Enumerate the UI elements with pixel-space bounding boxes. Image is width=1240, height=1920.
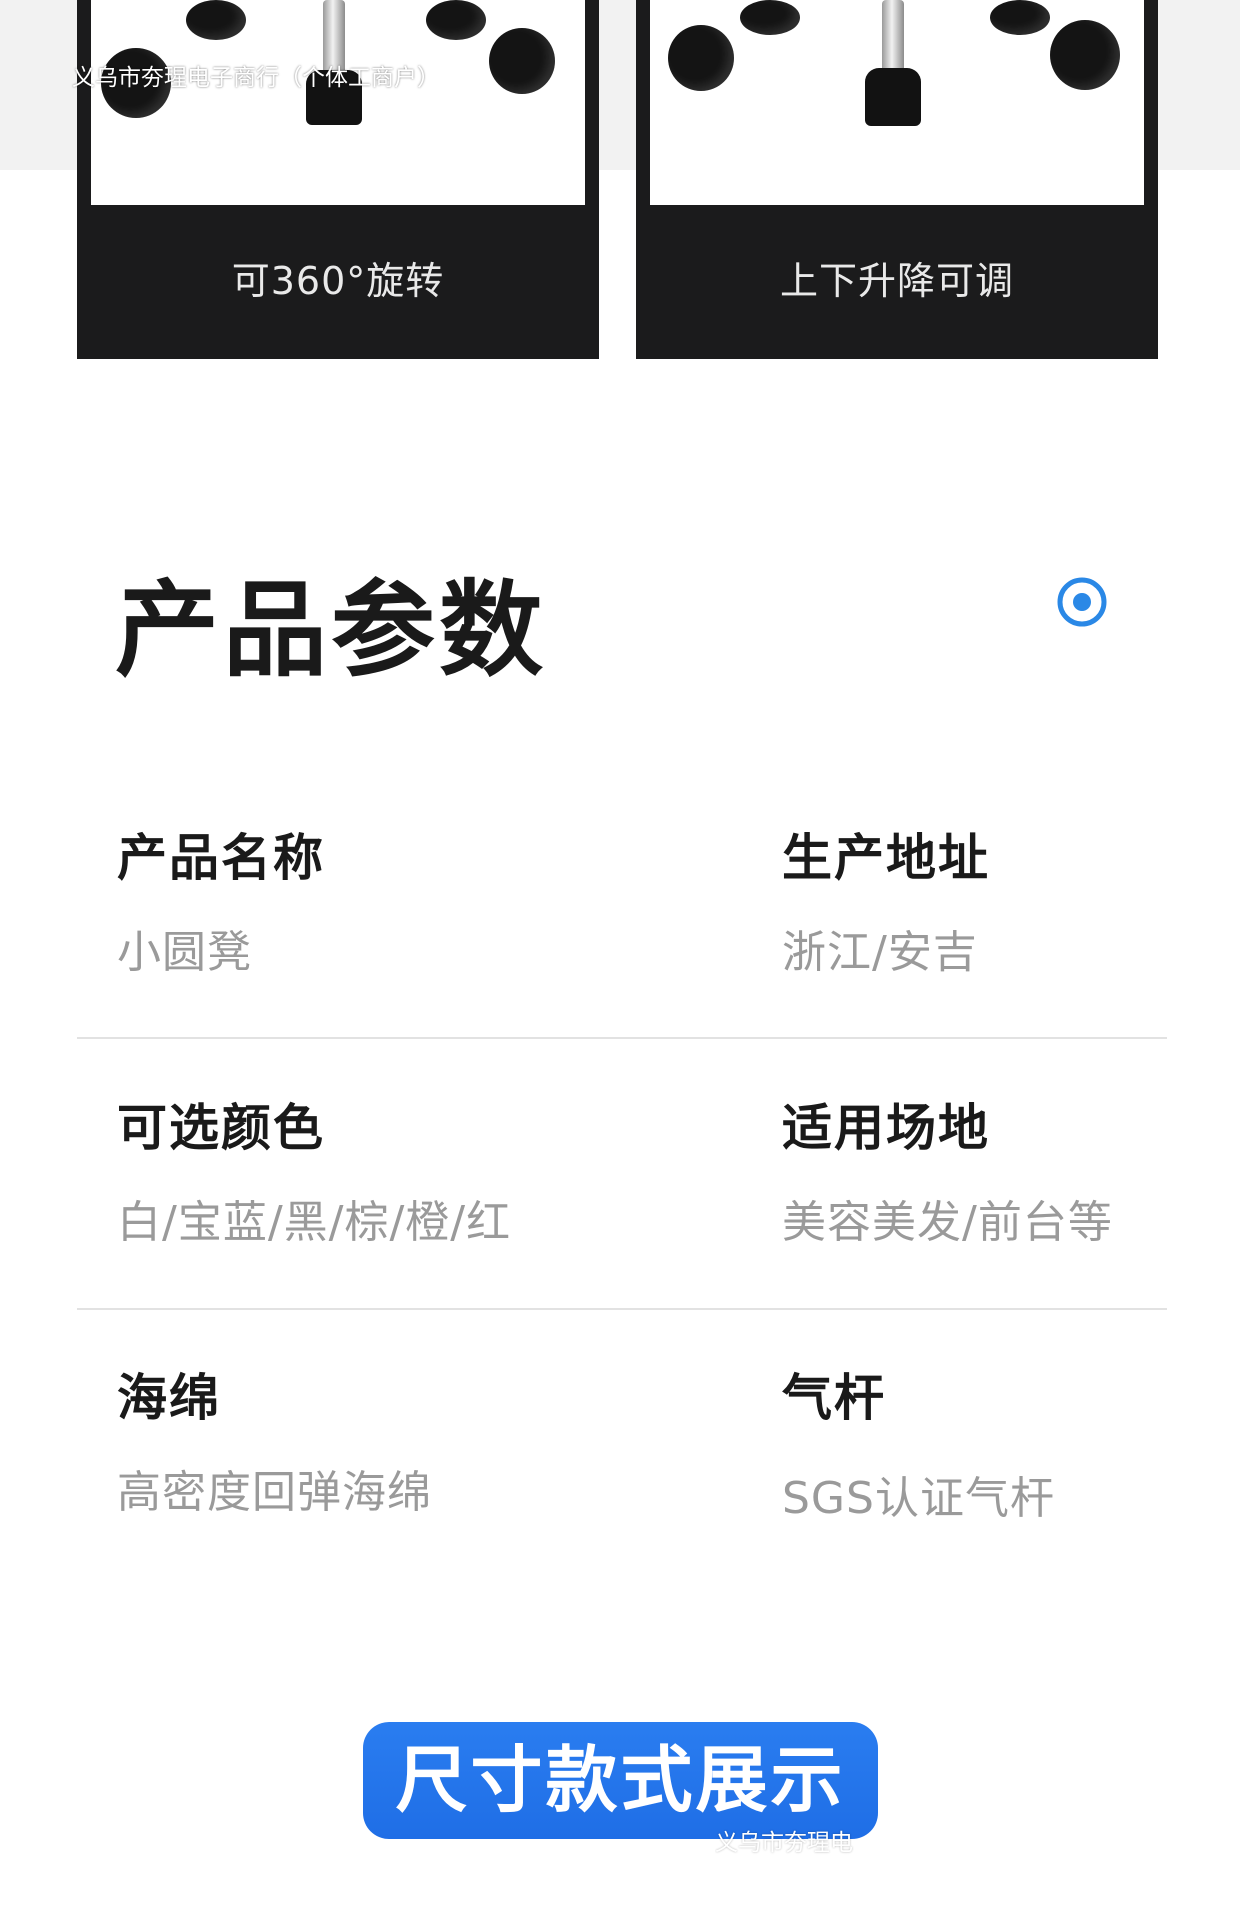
product-detail-page: 可360°旋转 上下升降可调 义乌市夯瑆电子商行（个体工商户） 产品参数 产品名…	[0, 0, 1240, 1920]
param-origin: 生产地址 浙江/安吉	[782, 818, 990, 980]
divider	[77, 1308, 1167, 1310]
wheel	[1050, 20, 1120, 90]
param-value: 高密度回弹海绵	[117, 1467, 432, 1518]
param-label: 可选颜色	[117, 1099, 325, 1157]
caster-wheel-photo	[650, 0, 1144, 205]
caster-base	[865, 68, 921, 126]
wheel	[489, 28, 555, 94]
size-style-display-button[interactable]: 尺寸款式展示	[363, 1722, 878, 1839]
wheel	[740, 0, 800, 35]
param-label: 气杆	[782, 1369, 886, 1427]
param-value: 白/宝蓝/黑/棕/橙/红	[117, 1197, 512, 1248]
param-label: 产品名称	[117, 829, 325, 887]
param-value: 小圆凳	[117, 927, 252, 978]
wheel	[668, 25, 734, 91]
param-label: 生产地址	[782, 829, 990, 887]
shop-watermark: 义乌市夯瑆电	[715, 1830, 853, 1856]
param-value: 美容美发/前台等	[782, 1197, 1113, 1248]
wheel	[186, 0, 246, 40]
section-title: 产品参数	[115, 569, 548, 691]
feature-caption: 上下升降可调	[779, 259, 1014, 303]
param-label: 适用场地	[782, 1099, 990, 1157]
divider	[77, 1037, 1167, 1039]
param-colors: 可选颜色 白/宝蓝/黑/棕/橙/红	[117, 1088, 511, 1250]
feature-card-rotate: 可360°旋转	[77, 0, 599, 359]
param-gas-lift: 气杆 SGS认证气杆	[782, 1358, 1055, 1526]
feature-card-height: 上下升降可调	[636, 0, 1158, 359]
param-value: 浙江/安吉	[782, 927, 978, 978]
wheel	[990, 0, 1050, 35]
target-icon	[1057, 577, 1107, 627]
wheel	[426, 0, 486, 40]
param-venue: 适用场地 美容美发/前台等	[782, 1088, 1113, 1250]
feature-caption: 可360°旋转	[231, 259, 445, 303]
param-label: 海绵	[117, 1369, 221, 1427]
param-product-name: 产品名称 小圆凳	[117, 818, 325, 980]
param-value: SGS认证气杆	[782, 1473, 1055, 1524]
shop-watermark: 义乌市夯瑆电子商行（个体工商户）	[72, 65, 440, 91]
caster-wheel-photo	[91, 0, 585, 205]
param-sponge: 海绵 高密度回弹海绵	[117, 1358, 432, 1520]
